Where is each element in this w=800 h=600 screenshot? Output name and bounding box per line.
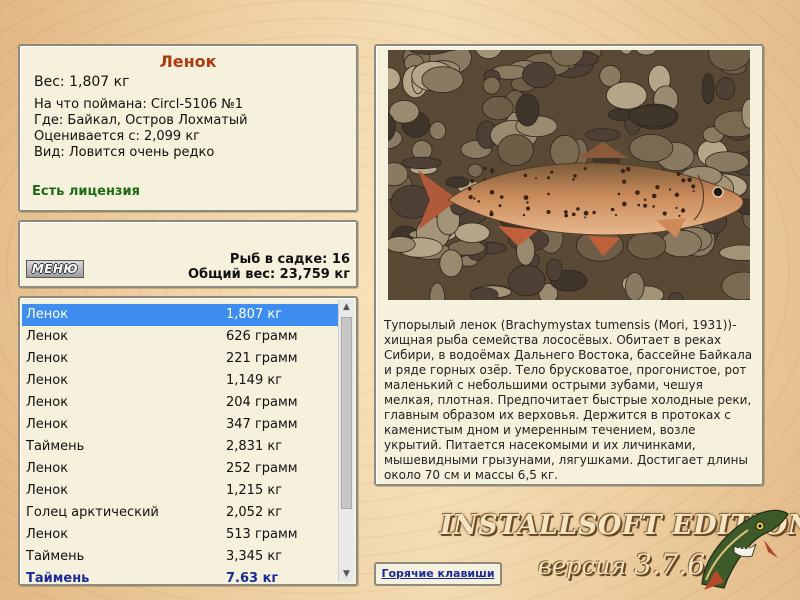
location-info: Где: Байкал, Остров Лохматый <box>34 113 248 128</box>
total-weight: Общий вес: 23,759 кг <box>187 267 350 282</box>
catch-fish-weight: 513 грамм <box>226 527 298 542</box>
catch-fish-name: Таймень <box>26 571 90 586</box>
catch-fish-weight: 1,215 кг <box>226 483 283 498</box>
scroll-thumb[interactable] <box>341 317 352 509</box>
fish-description: Тупорылый ленок (Brachymystax tumensis (… <box>384 318 753 482</box>
catch-fish-weight: 347 грамм <box>226 417 298 432</box>
bait-info: На что поймана: Circl-5106 №1 <box>34 97 244 112</box>
catch-list[interactable]: Ленок 1,807 кг Ленок 626 грамм Ленок 221 грам… <box>18 296 358 586</box>
catch-fish-name: Ленок <box>26 461 69 476</box>
catch-fish-weight: 2,052 кг <box>226 505 283 520</box>
catch-fish-name: Ленок <box>26 351 69 366</box>
catch-list-row[interactable]: Ленок 626 грамм <box>22 326 340 348</box>
fish-info-panel: Ленок Вес: 1,807 кг На что поймана: Circ… <box>18 44 358 212</box>
license-status: Есть лицензия <box>32 184 140 199</box>
catch-fish-name: Таймень <box>26 549 85 564</box>
fish-name: Ленок <box>159 52 217 71</box>
catch-fish-name: Ленок <box>26 329 69 344</box>
version-word: версия <box>538 552 627 580</box>
catch-list-row[interactable]: Ленок 204 грамм <box>22 392 340 414</box>
catch-fish-name: Ленок <box>26 373 69 388</box>
hotkeys-button[interactable]: Горячие клавиши <box>374 562 502 586</box>
menu-button[interactable]: МЕНЮ <box>26 260 84 278</box>
catch-list-row[interactable]: Ленок 513 грамм <box>22 524 340 546</box>
catch-summary-panel: МЕНЮ Рыб в садке: 16 Общий вес: 23,759 к… <box>18 220 358 288</box>
catch-list-row[interactable]: Голец арктический 2,052 кг <box>22 502 340 524</box>
catch-fish-weight: 7.63 кг <box>226 571 279 586</box>
valued-from-info: Оценивается с: 2,099 кг <box>34 129 201 144</box>
fish-detail-panel: Тупорылый ленок (Brachymystax tumensis (… <box>374 44 764 486</box>
catch-fish-name: Таймень <box>26 439 85 454</box>
catch-fish-weight: 3,345 кг <box>226 549 283 564</box>
catch-fish-name: Ленок <box>26 395 69 410</box>
catch-fish-weight: 1,807 кг <box>226 307 283 322</box>
fish-count: Рыб в садке: 16 <box>229 252 350 267</box>
pike-logo <box>701 509 789 590</box>
catch-list-row[interactable]: Ленок 1,807 кг <box>22 304 340 326</box>
catch-fish-weight: 2,831 кг <box>226 439 283 454</box>
fish-weight: Вес: 1,807 кг <box>34 74 130 90</box>
catch-fish-name: Ленок <box>26 527 69 542</box>
scroll-up-icon[interactable]: ▲ <box>339 300 354 315</box>
catch-fish-name: Ленок <box>26 483 69 498</box>
list-scrollbar[interactable]: ▲ ▼ <box>338 300 354 582</box>
catch-list-row[interactable]: Таймень 2,831 кг <box>22 436 340 458</box>
catch-fish-name: Ленок <box>26 417 69 432</box>
catch-fish-weight: 204 грамм <box>226 395 298 410</box>
catch-list-row[interactable]: Ленок 1,149 кг <box>22 370 340 392</box>
catch-list-row[interactable]: Ленок 221 грамм <box>22 348 340 370</box>
catch-list-row[interactable]: Ленок 347 грамм <box>22 414 340 436</box>
catch-list-row[interactable]: Ленок 252 грамм <box>22 458 340 480</box>
catch-list-row[interactable]: Таймень 7.63 кг <box>22 568 340 586</box>
rarity-info: Вид: Ловится очень редко <box>34 145 215 160</box>
catch-fish-name: Голец арктический <box>26 505 159 520</box>
catch-list-row[interactable]: Ленок 1,215 кг <box>22 480 340 502</box>
brand-version: версия 3.7.6 <box>538 548 705 581</box>
catch-fish-weight: 252 грамм <box>226 461 298 476</box>
catch-fish-name: Ленок <box>26 307 69 322</box>
catch-fish-weight: 221 грамм <box>226 351 298 366</box>
catch-fish-weight: 1,149 кг <box>226 373 283 388</box>
scroll-down-icon[interactable]: ▼ <box>339 567 354 582</box>
fish-photo <box>388 50 750 300</box>
catch-list-row[interactable]: Таймень 3,345 кг <box>22 546 340 568</box>
catch-fish-weight: 626 грамм <box>226 329 298 344</box>
